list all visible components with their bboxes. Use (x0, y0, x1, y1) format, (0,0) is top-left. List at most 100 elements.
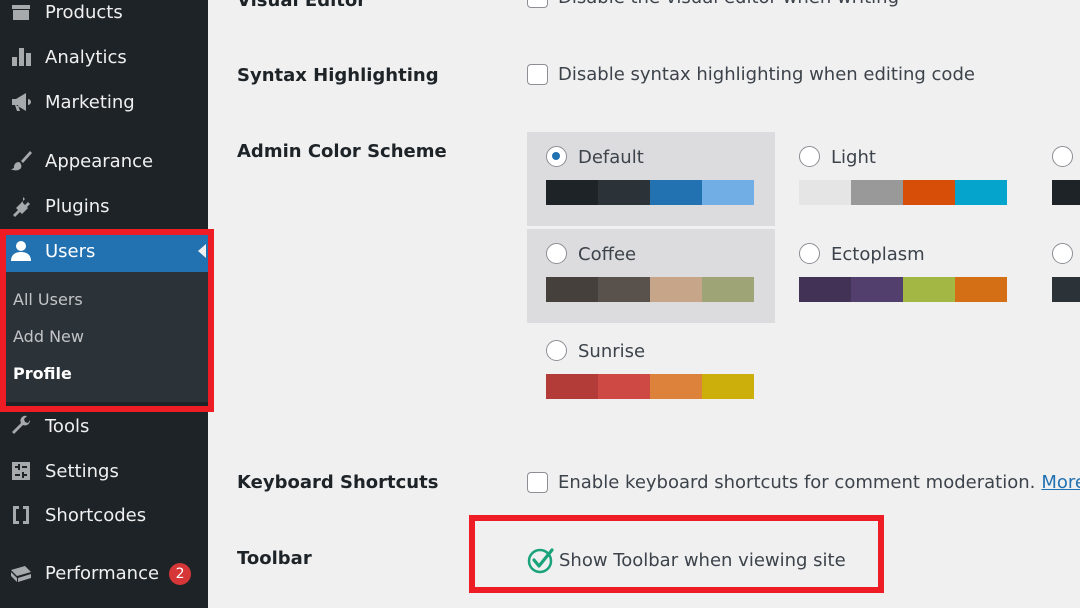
color-scheme-radio[interactable] (799, 243, 820, 264)
swatch (546, 374, 598, 399)
swatch (598, 180, 650, 205)
keyboard-shortcuts-option-text: Enable keyboard shortcuts for comment mo… (558, 472, 1036, 493)
swatch (702, 374, 754, 399)
syntax-highlighting-option-text: Disable syntax highlighting when editing… (558, 64, 975, 85)
sidebar-item-shortcodes[interactable]: Shortcodes (0, 493, 208, 537)
color-scheme-radio[interactable] (546, 243, 567, 264)
syntax-highlighting-checkbox[interactable] (527, 64, 548, 85)
swatch (650, 277, 702, 302)
swatch (799, 277, 851, 302)
sidebar-item-performance[interactable]: Performance 2 (0, 552, 208, 596)
swatch (955, 180, 1007, 205)
color-scheme-default[interactable]: Default (527, 132, 775, 226)
color-scheme-name: Light (831, 147, 876, 168)
color-swatches (546, 374, 754, 399)
toolbar-option: Show Toolbar when viewing site (527, 546, 846, 574)
swatch (955, 277, 1007, 302)
swatch (851, 180, 903, 205)
toolbar-label: Toolbar (237, 548, 312, 569)
brackets-icon (8, 502, 34, 528)
keyboard-shortcuts-checkbox[interactable] (527, 472, 548, 493)
keyboard-shortcuts-label: Keyboard Shortcuts (237, 472, 439, 493)
sidebar-item-label: Performance (45, 563, 160, 584)
paintbrush-icon (8, 148, 34, 174)
swatch (650, 180, 702, 205)
swatch (546, 277, 598, 302)
sidebar-item-label: Appearance (45, 150, 154, 172)
sidebar-item-marketing[interactable]: Marketing (0, 80, 208, 124)
color-swatches (799, 277, 1007, 302)
sidebar-item-label: Products (45, 1, 123, 23)
products-icon (8, 0, 34, 25)
swatch (851, 277, 903, 302)
swatch (546, 180, 598, 205)
sidebar-item-label: Marketing (45, 91, 135, 113)
swatch (903, 277, 955, 302)
active-indicator-arrow (198, 244, 206, 258)
users-submenu: All Users Add New Profile (0, 272, 208, 402)
toolbar-option-text: Show Toolbar when viewing site (559, 549, 846, 571)
sidebar-item-label: Settings (45, 460, 119, 482)
megaphone-icon (8, 89, 34, 115)
admin-sidebar: Products Analytics Marketing Appearance … (0, 0, 208, 608)
sidebar-item-label: Tools (45, 415, 90, 437)
sidebar-item-plugins[interactable]: Plugins (0, 184, 208, 228)
swatch (702, 277, 754, 302)
color-scheme-name: Sunrise (578, 341, 646, 362)
checked-checkbox-icon[interactable] (527, 546, 555, 574)
analytics-icon (8, 44, 34, 70)
sidebar-item-label: Shortcodes (45, 504, 147, 526)
swatch (598, 374, 650, 399)
sidebar-item-label: Plugins (45, 195, 110, 217)
color-scheme-light[interactable]: Light (780, 132, 1028, 226)
performance-icon (8, 561, 34, 587)
submenu-item-profile[interactable]: Profile (13, 364, 72, 383)
wrench-icon (8, 413, 34, 439)
swatch-partial (1052, 277, 1080, 302)
swatch-partial (1052, 180, 1080, 205)
swatch (903, 180, 955, 205)
sidebar-item-appearance[interactable]: Appearance (0, 139, 208, 183)
sidebar-item-users[interactable]: Users (0, 229, 208, 273)
user-icon (8, 238, 34, 264)
sidebar-item-products[interactable]: Products (0, 0, 208, 34)
swatch (650, 374, 702, 399)
visual-editor-checkbox[interactable] (527, 0, 548, 8)
sliders-icon (8, 458, 34, 484)
submenu-item-add-new[interactable]: Add New (13, 327, 84, 346)
sidebar-item-label: Analytics (45, 46, 127, 68)
color-scheme-sunrise[interactable]: Sunrise (527, 326, 775, 420)
color-swatches (546, 277, 754, 302)
submenu-item-all-users[interactable]: All Users (13, 290, 83, 309)
visual-editor-option-text: Disable the visual editor when writing (558, 0, 899, 8)
color-scheme-radio[interactable] (799, 146, 820, 167)
syntax-highlighting-option: Disable syntax highlighting when editing… (527, 64, 975, 85)
visual-editor-option: Disable the visual editor when writing (527, 0, 899, 8)
swatch (598, 277, 650, 302)
more-info-link[interactable]: More infor (1041, 472, 1080, 493)
sidebar-item-analytics[interactable]: Analytics (0, 35, 208, 79)
color-scheme-radio[interactable] (546, 340, 567, 361)
color-swatches (546, 180, 754, 205)
color-scheme-coffee[interactable]: Coffee (527, 229, 775, 323)
notification-badge: 2 (169, 563, 192, 585)
color-scheme-radio-partial[interactable] (1052, 243, 1073, 264)
syntax-highlighting-label: Syntax Highlighting (237, 65, 439, 86)
color-swatches (799, 180, 1007, 205)
color-scheme-radio-partial[interactable] (1052, 146, 1073, 167)
color-scheme-radio[interactable] (546, 146, 567, 167)
sidebar-item-label: Users (45, 240, 96, 262)
swatch (702, 180, 754, 205)
color-scheme-name: Ectoplasm (831, 244, 925, 265)
plug-icon (8, 193, 34, 219)
visual-editor-label: Visual Editor (237, 0, 367, 11)
color-scheme-ectoplasm[interactable]: Ectoplasm (780, 229, 1028, 323)
color-scheme-label: Admin Color Scheme (237, 141, 447, 162)
color-scheme-name: Coffee (578, 244, 637, 265)
swatch (799, 180, 851, 205)
sidebar-item-settings[interactable]: Settings (0, 449, 208, 493)
keyboard-shortcuts-option: Enable keyboard shortcuts for comment mo… (527, 472, 1080, 493)
sidebar-item-tools[interactable]: Tools (0, 404, 208, 448)
sidebar-item-label-wrap: Performance 2 (45, 563, 192, 585)
color-scheme-name: Default (578, 147, 644, 168)
